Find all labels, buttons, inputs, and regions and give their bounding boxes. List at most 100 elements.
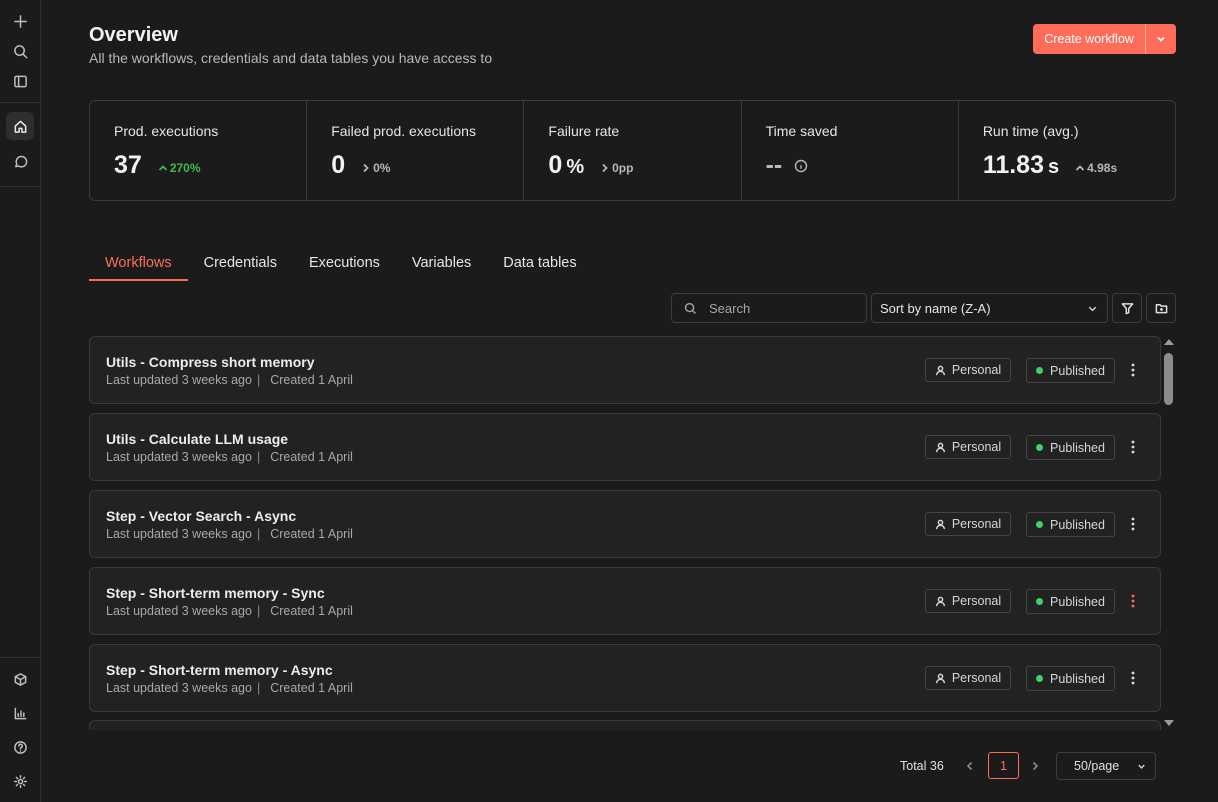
prev-page-button[interactable] [962,757,978,775]
stat-value: 37 [114,151,142,179]
workflow-row[interactable]: Step - Short-term memory - Async Last up… [89,644,1161,712]
search-icon[interactable] [6,37,34,65]
folder-plus-icon [1155,303,1167,313]
user-icon [935,442,945,452]
workflow-row-partial[interactable] [89,720,1161,730]
create-dropdown-toggle[interactable] [1146,24,1176,54]
add-folder-button[interactable] [1146,293,1176,323]
workflow-row[interactable]: Step - Vector Search - Async Last update… [89,490,1161,558]
stat-label: Failed prod. executions [331,123,476,139]
workflow-name[interactable]: Step - Short-term memory - Async [106,662,333,678]
stat-value: -- [765,151,783,179]
stat-label: Run time (avg.) [982,123,1079,139]
stat-delta: 4.98s [1075,161,1117,175]
rail-divider [0,102,40,103]
workflow-updated: Last updated 3 weeks ago [106,681,252,695]
stat-delta: 0pp [600,161,633,175]
filter-button[interactable] [1112,293,1142,323]
sort-select[interactable]: Sort by name (Z-A) [871,293,1108,323]
templates-icon[interactable] [6,665,34,693]
info-icon[interactable] [794,159,808,173]
trend-flat-icon [602,163,608,173]
stat-unit: s [1048,156,1060,178]
workflow-name[interactable]: Utils - Calculate LLM usage [106,431,288,447]
status-badge[interactable]: Published [1026,358,1115,383]
workflow-row[interactable]: Step - Short-term memory - Sync Last upd… [89,567,1161,635]
status-badge[interactable]: Published [1026,435,1115,460]
owner-label: Personal [951,440,1002,454]
more-options-button[interactable] [1124,436,1142,458]
more-options-button[interactable] [1124,513,1142,535]
status-label: Published [1050,594,1105,609]
home-icon[interactable] [6,112,34,140]
chevron-down-icon [1138,764,1145,769]
workflow-row[interactable]: Utils - Compress short memory Last updat… [89,336,1161,404]
owner-badge: Personal [925,666,1011,690]
tab-workflows[interactable]: Workflows [89,248,188,281]
status-label: Published [1050,363,1105,378]
page-number-current[interactable]: 1 [988,752,1019,779]
owner-badge: Personal [925,512,1011,536]
stat-value: 11.83 [982,151,1044,179]
status-badge[interactable]: Published [1026,666,1115,691]
workflow-name[interactable]: Step - Short-term memory - Sync [106,585,325,601]
create-workflow-label[interactable]: Create workflow [1033,24,1146,54]
filter-icon [1121,302,1133,314]
scroll-up-arrow[interactable] [1164,339,1174,345]
stat-label: Time saved [765,123,838,139]
meta-divider: | [256,604,261,618]
workflow-updated: Last updated 3 weeks ago [106,604,252,618]
more-vertical-icon [1131,594,1135,608]
status-label: Published [1050,517,1105,532]
search-box[interactable] [671,293,867,323]
workflow-created: Created 1 April [270,373,353,387]
insights-chart-icon[interactable] [6,699,34,727]
total-count: Total 36 [900,759,944,773]
list-scrollbar[interactable] [1162,336,1176,730]
status-badge[interactable]: Published [1026,589,1115,614]
chat-icon[interactable] [6,147,34,175]
user-icon [935,673,945,683]
tab-variables[interactable]: Variables [396,248,487,281]
chevron-right-icon [1032,761,1039,771]
tab-executions[interactable]: Executions [293,248,396,281]
next-page-button[interactable] [1027,757,1043,775]
tab-credentials[interactable]: Credentials [188,248,293,281]
stat-failed-executions: Failed prod. executions 0 0% [307,101,525,200]
meta-divider: | [256,450,261,464]
chevron-down-icon [1157,36,1165,42]
settings-gear-icon[interactable] [6,767,34,795]
more-vertical-icon [1131,363,1135,377]
workflow-updated: Last updated 3 weeks ago [106,450,252,464]
search-input[interactable] [709,300,859,316]
stat-label: Failure rate [548,123,620,139]
status-dot [1036,675,1044,682]
rail-divider [0,186,40,187]
status-badge[interactable]: Published [1026,512,1115,537]
tab-data-tables[interactable]: Data tables [487,248,592,281]
user-icon [935,365,945,375]
search-icon [684,302,696,314]
more-options-button[interactable] [1124,667,1142,689]
scroll-down-arrow[interactable] [1164,720,1174,726]
add-icon[interactable] [6,7,34,35]
sidebar-toggle-icon[interactable] [6,67,34,95]
more-options-button[interactable] [1124,590,1142,612]
workflow-name[interactable]: Step - Vector Search - Async [106,508,296,524]
more-options-button[interactable] [1124,359,1142,381]
stat-unit: % [566,156,585,178]
page-size-select[interactable]: 50/page [1056,752,1156,780]
scroll-thumb[interactable] [1164,353,1173,405]
chevron-down-icon [1088,306,1097,311]
page-subtitle: All the workflows, credentials and data … [89,50,493,66]
status-dot [1036,598,1044,605]
workflow-row[interactable]: Utils - Calculate LLM usage Last updated… [89,413,1161,481]
workflow-meta: Last updated 3 weeks ago | Created 1 Apr… [106,527,353,541]
help-icon[interactable] [6,733,34,761]
workflow-name[interactable]: Utils - Compress short memory [106,354,315,370]
workflow-created: Created 1 April [270,604,353,618]
status-label: Published [1050,440,1105,455]
owner-label: Personal [951,517,1002,531]
stats-panel: Prod. executions 37 270% Failed prod. ex… [89,100,1176,201]
create-workflow-button[interactable]: Create workflow [1033,24,1176,54]
